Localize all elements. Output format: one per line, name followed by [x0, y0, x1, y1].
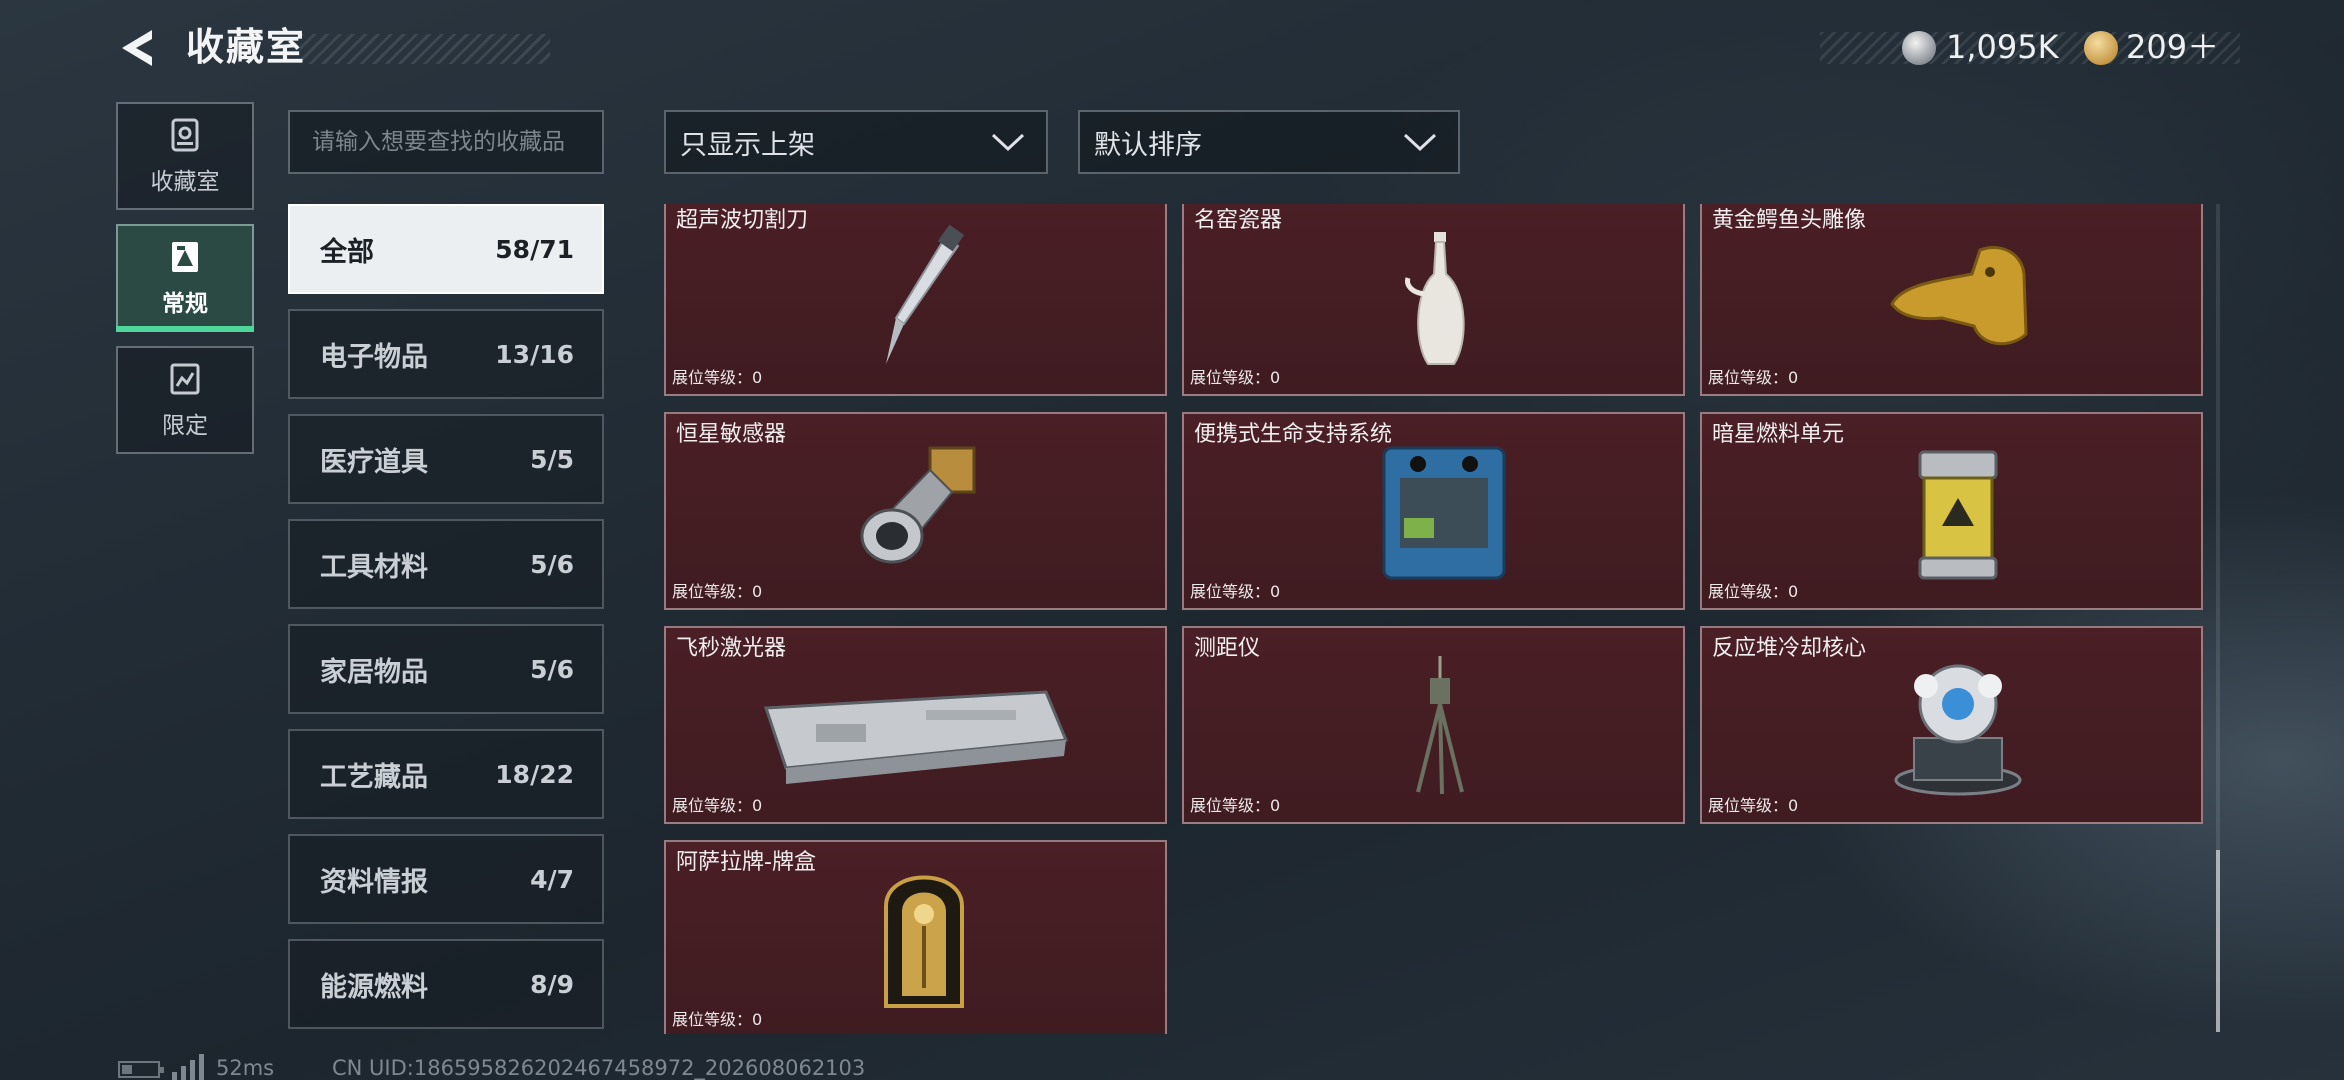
battery-level-fill	[122, 1065, 132, 1074]
shelf-filter-dropdown[interactable]: 只显示上架	[664, 110, 1048, 174]
title-stripe-decoration	[300, 34, 550, 64]
nav-label: 常规	[162, 291, 208, 317]
ultrasonic-cutter-icon	[886, 224, 965, 364]
category-name: 工艺藏品	[320, 761, 428, 793]
dropdown-value: 默认排序	[1094, 129, 1202, 161]
category-count: 4/7	[530, 864, 574, 894]
nav-vault[interactable]: 收藏室	[116, 102, 254, 210]
coin-balance: 1,095K	[1946, 28, 2059, 66]
category-count: 5/6	[530, 654, 574, 684]
signal-strength-icon	[172, 1054, 204, 1080]
category-count: 8/9	[530, 969, 574, 999]
collection-item[interactable]: 飞秒激光器 展位等级：0	[664, 626, 1167, 824]
collection-item[interactable]: 暗星燃料单元 展位等级：0	[1700, 412, 2203, 610]
category-name: 家居物品	[320, 656, 428, 688]
nav-limited[interactable]: 限定	[116, 346, 254, 454]
category-name: 电子物品	[320, 341, 428, 373]
rangefinder-tripod-icon	[1416, 656, 1464, 795]
collection-item[interactable]: 阿萨拉牌-牌盒 展位等级：0	[664, 840, 1167, 1034]
item-level: 展位等级：0	[1190, 796, 1281, 815]
category-name: 工具材料	[320, 551, 428, 583]
category-name: 医疗道具	[320, 446, 428, 478]
collection-item[interactable]: 恒星敏感器 展位等级：0	[664, 412, 1167, 610]
item-level: 展位等级：0	[1190, 582, 1281, 601]
collection-item[interactable]: 测距仪 展位等级：0	[1182, 626, 1685, 824]
card-box-icon	[884, 875, 964, 1008]
premium-currency-icon	[2084, 31, 2118, 65]
item-level: 展位等级：0	[672, 368, 763, 387]
item-level: 展位等级：0	[1708, 796, 1799, 815]
item-name: 反应堆冷却核心	[1712, 636, 1867, 661]
item-level: 展位等级：0	[672, 1010, 763, 1029]
category-count: 13/16	[495, 339, 574, 369]
user-uid: CN UID:1865958262024674589​72_2026080621…	[332, 1056, 866, 1080]
category-count: 18/22	[495, 759, 574, 789]
fuel-cell-icon	[1918, 450, 1998, 580]
collection-item[interactable]: 超声波切割刀 展位等级：0	[664, 204, 1167, 396]
page-title: 收藏室	[186, 25, 307, 69]
nav-label: 限定	[162, 413, 208, 439]
item-name: 恒星敏感器	[676, 422, 787, 447]
category-name: 资料情报	[320, 866, 428, 898]
reactor-cooling-core-icon	[1894, 664, 2022, 796]
sort-order-dropdown[interactable]: 默认排序	[1078, 110, 1460, 174]
collection-item[interactable]: 黄金鳄鱼头雕像 展位等级：0	[1700, 204, 2203, 396]
category-intel[interactable]: 资料情报 4/7	[288, 834, 604, 924]
category-medical[interactable]: 医疗道具 5/5	[288, 414, 604, 504]
item-name: 阿萨拉牌-牌盒	[676, 850, 816, 875]
item-level: 展位等级：0	[1708, 368, 1799, 387]
collection-search-input[interactable]	[288, 110, 604, 174]
back-arrow-icon[interactable]	[116, 26, 160, 70]
nav-label: 收藏室	[150, 169, 220, 195]
category-tools[interactable]: 工具材料 5/6	[288, 519, 604, 609]
item-name: 暗星燃料单元	[1712, 422, 1845, 447]
item-name: 超声波切割刀	[676, 208, 809, 233]
femtosecond-laser-icon	[763, 690, 1069, 784]
category-electronics[interactable]: 电子物品 13/16	[288, 309, 604, 399]
star-sensor-icon	[860, 446, 976, 564]
category-count: 58/71	[495, 234, 574, 264]
category-name: 能源燃料	[320, 971, 428, 1003]
category-count: 5/6	[530, 549, 574, 579]
category-all[interactable]: 全部 58/71	[288, 204, 604, 294]
coin-currency-icon	[1902, 31, 1936, 65]
porcelain-vase-icon	[1405, 232, 1465, 365]
collection-item[interactable]: 便携式生命支持系统 展位等级：0	[1182, 412, 1685, 610]
item-level: 展位等级：0	[1190, 368, 1281, 387]
item-level: 展位等级：0	[672, 796, 763, 815]
category-energy[interactable]: 能源燃料 8/9	[288, 939, 604, 1029]
chevron-down-icon	[1403, 133, 1437, 152]
category-crafts[interactable]: 工艺藏品 18/22	[288, 729, 604, 819]
item-level: 展位等级：0	[1708, 582, 1799, 601]
premium-balance[interactable]: 209＋	[2126, 26, 2219, 68]
item-name: 黄金鳄鱼头雕像	[1712, 208, 1867, 233]
category-name: 全部	[320, 236, 374, 268]
chevron-down-icon	[991, 133, 1025, 152]
life-support-system-icon	[1382, 446, 1506, 580]
category-household[interactable]: 家居物品 5/6	[288, 624, 604, 714]
item-name: 名窑瓷器	[1194, 208, 1283, 233]
collection-item[interactable]: 反应堆冷却核心 展位等级：0	[1700, 626, 2203, 824]
network-latency: 52ms	[216, 1056, 275, 1080]
collection-item[interactable]: 名窑瓷器 展位等级：0	[1182, 204, 1685, 396]
category-count: 5/5	[530, 444, 574, 474]
regular-collection-icon	[172, 242, 198, 272]
collection-grid[interactable]: 超声波切割刀 展位等级：0 名窑瓷器 展位等级：0 黄金鳄鱼头雕像 展位等级：0…	[660, 204, 2210, 1034]
golden-crocodile-head-icon	[1890, 246, 2028, 346]
item-level: 展位等级：0	[672, 582, 763, 601]
item-name: 测距仪	[1194, 636, 1261, 661]
dropdown-value: 只显示上架	[680, 129, 815, 161]
nav-regular[interactable]: 常规	[116, 224, 254, 332]
vault-icon	[171, 118, 199, 152]
scrollbar-thumb[interactable]	[2216, 850, 2220, 1032]
limited-collection-icon	[170, 363, 200, 395]
